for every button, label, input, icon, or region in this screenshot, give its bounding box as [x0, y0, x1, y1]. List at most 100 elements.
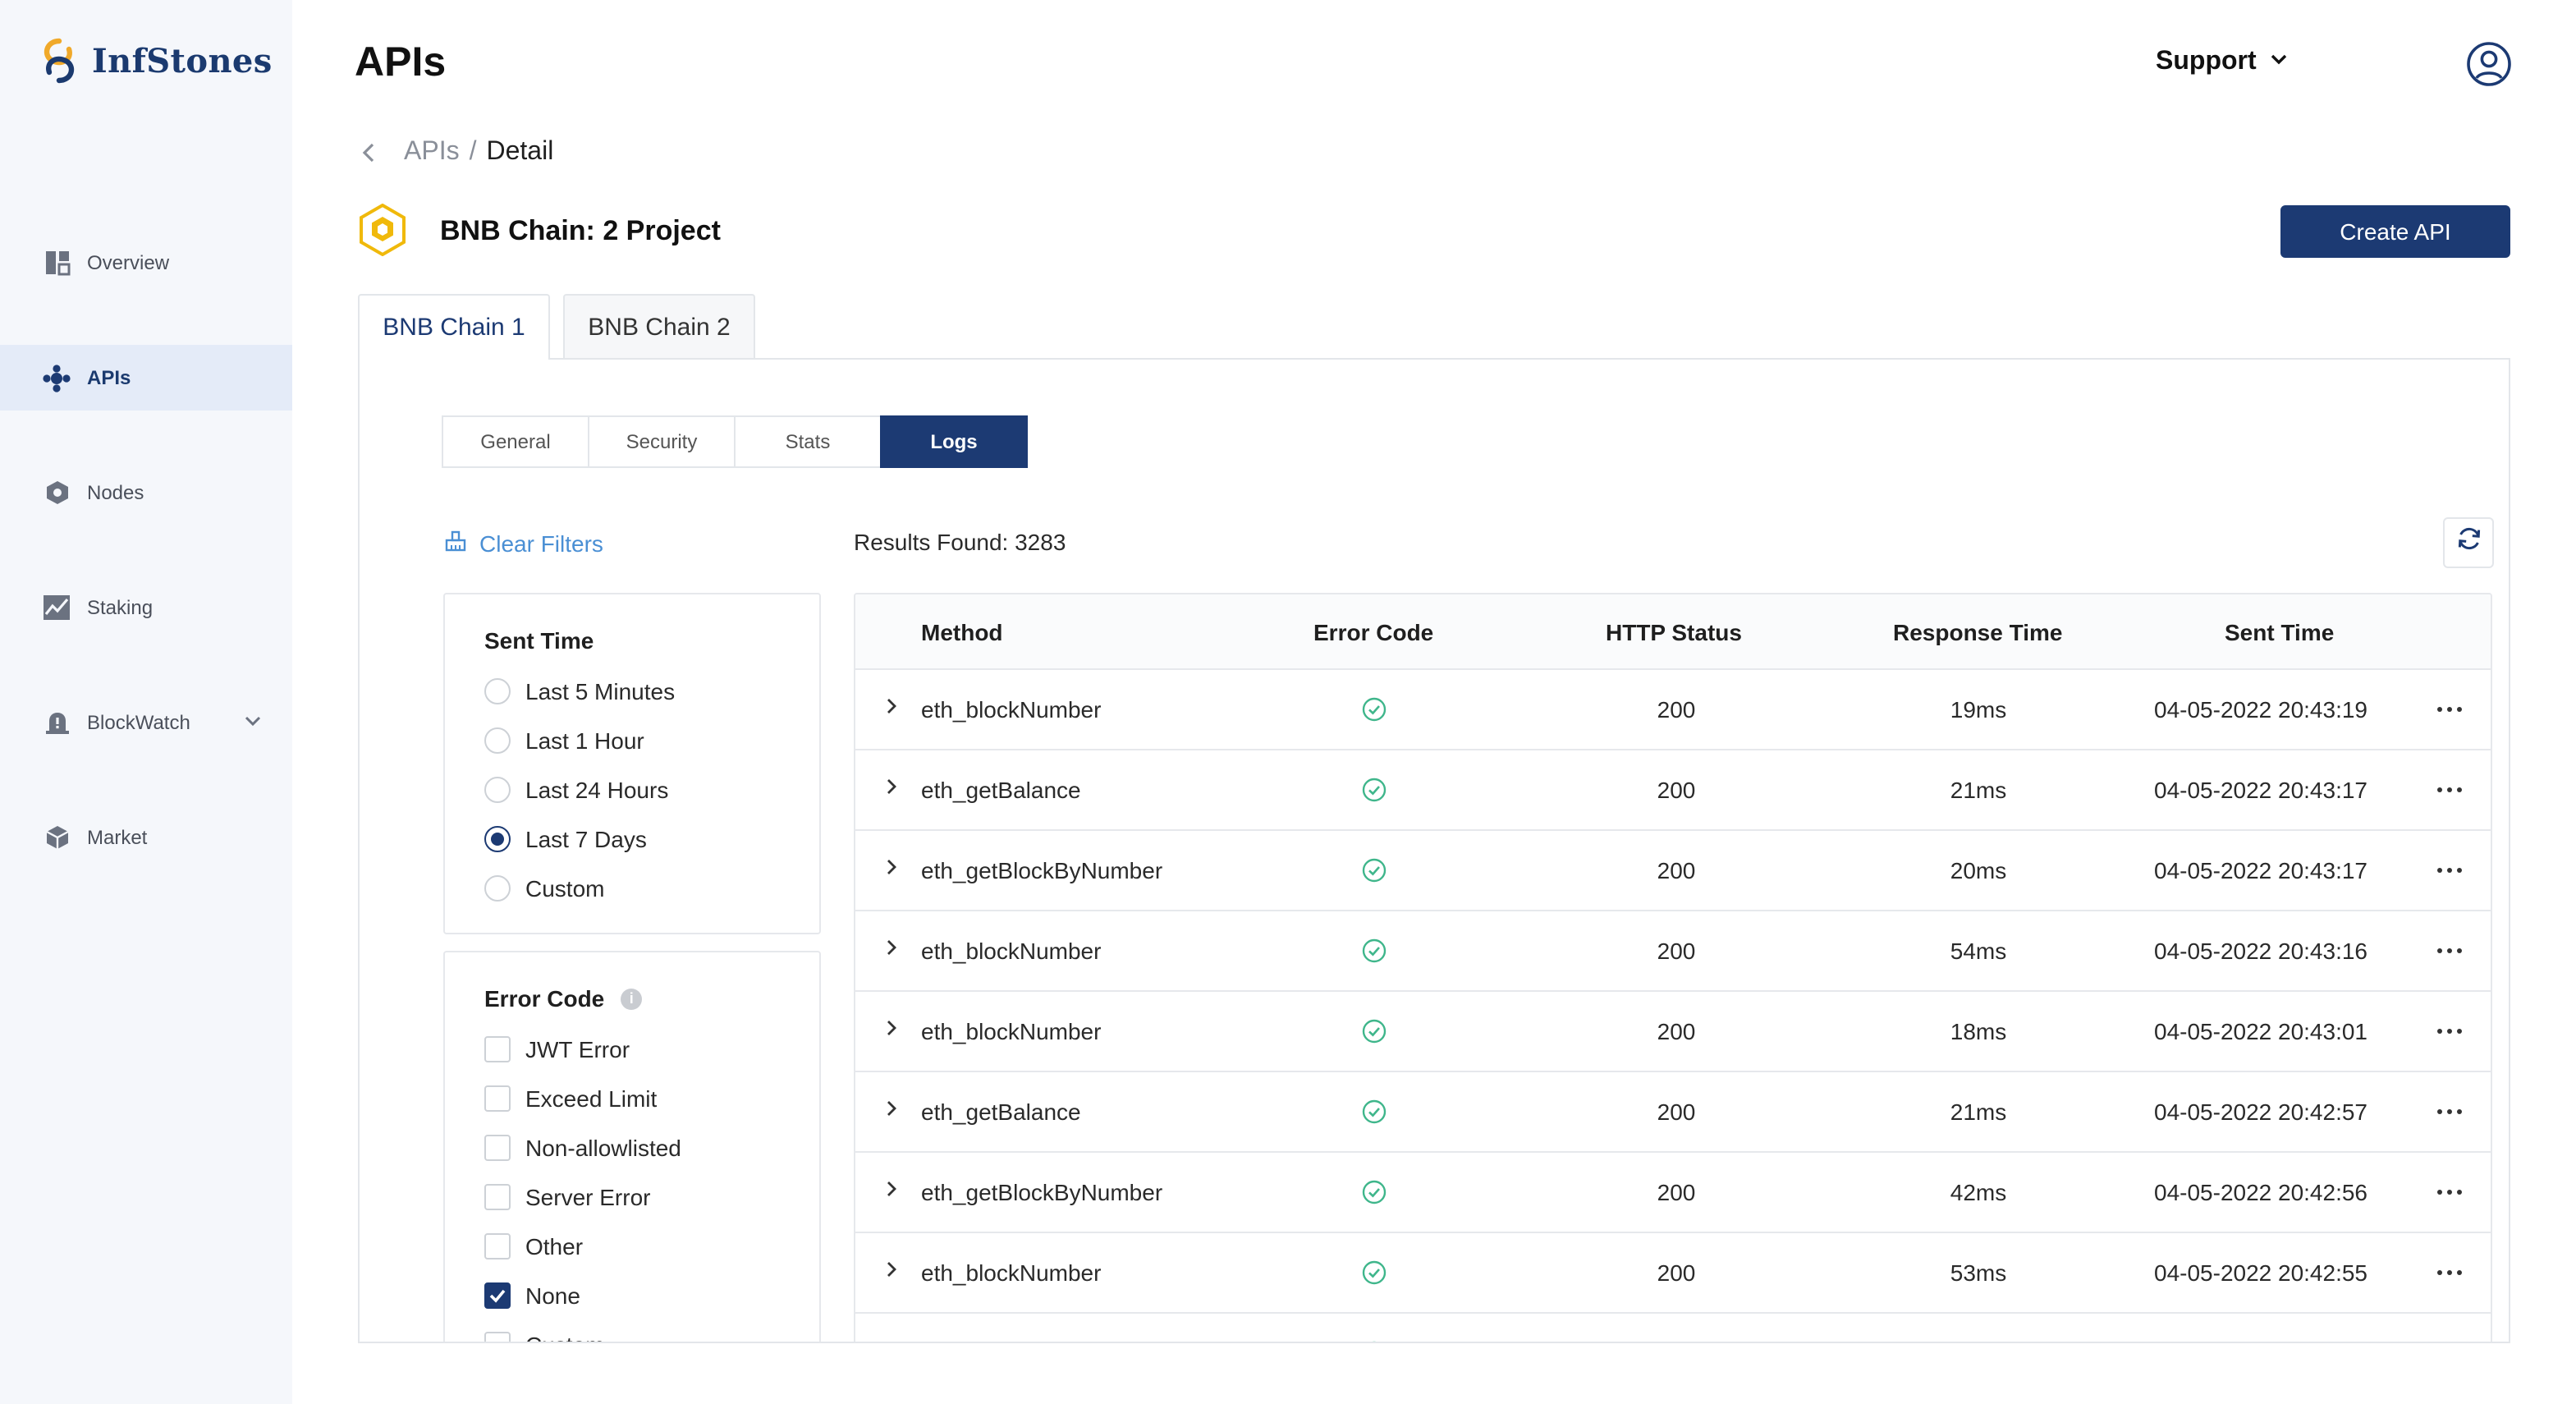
- tab-general[interactable]: General: [442, 415, 589, 468]
- success-check-icon: [1361, 696, 1387, 727]
- radio-last-7-days[interactable]: Last 7 Days: [484, 826, 647, 852]
- checkbox-exceed-limit[interactable]: Exceed Limit: [484, 1085, 657, 1112]
- radio-last-1-hour[interactable]: Last 1 Hour: [484, 727, 644, 754]
- filter-title-text: Error Code: [484, 985, 605, 1012]
- checkbox-box[interactable]: [484, 1184, 511, 1210]
- checkbox-none[interactable]: None: [484, 1282, 580, 1309]
- staking-icon: [43, 594, 71, 622]
- checkbox-box[interactable]: [484, 1036, 511, 1062]
- tab-logs[interactable]: Logs: [880, 415, 1028, 468]
- sidebar-item-apis[interactable]: APIs: [0, 345, 292, 411]
- more-options-icon[interactable]: [2435, 1338, 2464, 1342]
- checkbox-box[interactable]: [484, 1233, 511, 1259]
- checkbox-box[interactable]: [484, 1332, 511, 1342]
- checkbox-server-error[interactable]: Server Error: [484, 1184, 650, 1210]
- table-row[interactable]: eth_getBlockByNumber 200 42ms 04-05-2022 20…: [855, 1153, 2491, 1233]
- chevron-right-icon[interactable]: [882, 1258, 901, 1286]
- create-api-button[interactable]: Create API: [2280, 205, 2510, 258]
- checkbox-non-allowlisted[interactable]: Non-allowlisted: [484, 1135, 681, 1161]
- cell-sent-time: 04-05-2022 20:43:16: [2154, 938, 2367, 964]
- tab-bnb-chain-2[interactable]: BNB Chain 2: [563, 294, 755, 358]
- table-row[interactable]: eth_getBlockByNumber 200 20ms 04-05-2022 20…: [855, 831, 2491, 911]
- more-options-icon[interactable]: [2435, 856, 2464, 887]
- more-options-icon[interactable]: [2435, 695, 2464, 726]
- radio-circle[interactable]: [484, 777, 511, 803]
- results-count: Results Found: 3283: [854, 529, 1066, 555]
- refresh-icon: [2455, 525, 2482, 560]
- info-icon[interactable]: i: [621, 988, 643, 1009]
- cell-http-status: 200: [1657, 857, 1696, 883]
- refresh-button[interactable]: [2443, 517, 2494, 568]
- cell-method: eth_getBalance: [921, 1099, 1081, 1125]
- breadcrumb-current: Detail: [486, 138, 554, 166]
- checkbox-jwt-error[interactable]: JWT Error: [484, 1036, 630, 1062]
- success-check-icon: [1361, 938, 1387, 969]
- table-row[interactable]: eth_blockNumber 200 50ms 04-05-2022 20:42:4…: [855, 1314, 2491, 1342]
- cell-http-status: 200: [1657, 696, 1696, 723]
- bnb-chain-icon: [358, 203, 407, 264]
- breadcrumb: APIs / Detail: [358, 138, 553, 167]
- sidebar-item-market[interactable]: Market: [0, 805, 292, 870]
- column-header-http-status[interactable]: HTTP Status: [1606, 619, 1742, 645]
- checkbox-other[interactable]: Other: [484, 1233, 583, 1259]
- support-menu[interactable]: Support: [2156, 48, 2290, 77]
- tab-security[interactable]: Security: [588, 415, 736, 468]
- column-header-sent-time[interactable]: Sent Time: [2225, 619, 2334, 645]
- chevron-right-icon[interactable]: [882, 775, 901, 803]
- chevron-right-icon[interactable]: [882, 936, 901, 964]
- chevron-right-icon[interactable]: [882, 856, 901, 883]
- table-row[interactable]: eth_blockNumber 200 54ms 04-05-2022 20:43:1…: [855, 911, 2491, 992]
- clear-filters-button[interactable]: Clear Filters: [445, 530, 603, 557]
- table-row[interactable]: eth_getBalance 200 21ms 04-05-2022 20:42:57: [855, 1072, 2491, 1153]
- radio-last-5-minutes[interactable]: Last 5 Minutes: [484, 678, 675, 704]
- column-header-method[interactable]: Method: [921, 619, 1003, 645]
- table-row[interactable]: eth_blockNumber 200 53ms 04-05-2022 20:42:5…: [855, 1233, 2491, 1314]
- sidebar-item-blockwatch[interactable]: BlockWatch: [0, 690, 292, 755]
- more-options-icon[interactable]: [2435, 1016, 2464, 1048]
- chevron-right-icon[interactable]: [882, 1177, 901, 1205]
- checkbox-box[interactable]: [484, 1085, 511, 1112]
- radio-circle[interactable]: [484, 678, 511, 704]
- radio-circle[interactable]: [484, 727, 511, 754]
- chevron-down-icon[interactable]: [243, 711, 263, 736]
- option-label: Non-allowlisted: [525, 1135, 681, 1161]
- more-options-icon[interactable]: [2435, 1177, 2464, 1209]
- user-avatar-icon[interactable]: [2466, 41, 2512, 95]
- checkmark-icon[interactable]: [484, 1282, 511, 1309]
- radio-custom[interactable]: Custom: [484, 875, 604, 902]
- sidebar-item-staking[interactable]: Staking: [0, 575, 292, 640]
- table-row[interactable]: eth_blockNumber 200 18ms 04-05-2022 20:43:0…: [855, 992, 2491, 1072]
- back-arrow-icon[interactable]: [358, 141, 381, 164]
- column-header-response-time[interactable]: Response Time: [1893, 619, 2062, 645]
- cell-method: eth_getBlockByNumber: [921, 857, 1163, 883]
- chevron-right-icon[interactable]: [882, 1016, 901, 1044]
- cell-sent-time: 04-05-2022 20:42:56: [2154, 1179, 2367, 1205]
- option-label: Other: [525, 1233, 584, 1259]
- tab-stats[interactable]: Stats: [734, 415, 882, 468]
- brand-logo[interactable]: InfStones: [36, 36, 273, 85]
- chevron-right-icon[interactable]: [882, 1338, 901, 1342]
- checkbox-box[interactable]: [484, 1135, 511, 1161]
- project-title: BNB Chain: 2 Project: [440, 215, 721, 246]
- more-options-icon[interactable]: [2435, 936, 2464, 967]
- table-row[interactable]: eth_getBalance 200 21ms 04-05-2022 20:43:17: [855, 750, 2491, 831]
- cell-method: eth_getBalance: [921, 777, 1081, 803]
- radio-circle[interactable]: [484, 875, 511, 902]
- breadcrumb-apis-link[interactable]: APIs: [404, 138, 460, 167]
- table-row[interactable]: eth_blockNumber 200 19ms 04-05-2022 20:43:1…: [855, 670, 2491, 750]
- checkbox-custom[interactable]: Custom: [484, 1332, 604, 1342]
- more-options-icon[interactable]: [2435, 1258, 2464, 1289]
- chevron-right-icon[interactable]: [882, 695, 901, 723]
- radio-circle[interactable]: [484, 826, 511, 852]
- sidebar-item-overview[interactable]: Overview: [0, 230, 292, 296]
- chevron-right-icon[interactable]: [882, 1097, 901, 1125]
- more-options-icon[interactable]: [2435, 775, 2464, 806]
- column-header-error-code[interactable]: Error Code: [1313, 619, 1433, 645]
- tab-bnb-chain-1[interactable]: BNB Chain 1: [358, 294, 550, 360]
- radio-last-24-hours[interactable]: Last 24 Hours: [484, 777, 668, 803]
- sidebar-item-nodes[interactable]: Nodes: [0, 460, 292, 525]
- cell-response-time: 20ms: [1950, 857, 2007, 883]
- more-options-icon[interactable]: [2435, 1097, 2464, 1128]
- option-label: Server Error: [525, 1184, 651, 1210]
- support-label: Support: [2156, 48, 2257, 76]
